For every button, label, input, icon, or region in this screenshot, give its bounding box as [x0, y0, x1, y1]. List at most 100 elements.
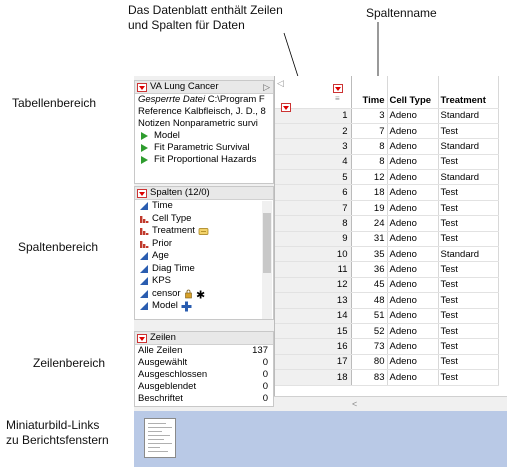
row-number[interactable]: 8: [275, 215, 352, 232]
script-model[interactable]: Model: [135, 130, 273, 142]
row-state-item[interactable]: Ausgewählt 0: [135, 357, 273, 369]
script-fit-proportional-hazards[interactable]: Fit Proportional Hazards: [135, 154, 273, 166]
cell-cell-type[interactable]: Adeno: [387, 108, 439, 124]
run-script-icon[interactable]: [141, 156, 148, 164]
cell-cell-type[interactable]: Adeno: [387, 338, 439, 355]
cell-time[interactable]: 83: [351, 369, 388, 386]
cell-treatment[interactable]: Test: [438, 338, 499, 355]
column-header-cell-type[interactable]: Cell Type: [387, 76, 439, 109]
table-row[interactable]: 5 12 Adeno Standard: [275, 169, 499, 186]
report-thumbnail-link[interactable]: [144, 418, 176, 458]
column-item[interactable]: Diag Time: [135, 263, 273, 276]
cell-treatment[interactable]: Test: [438, 369, 499, 386]
table-row[interactable]: 18 83 Adeno Test: [275, 369, 499, 386]
cell-time[interactable]: 35: [351, 246, 388, 263]
row-number[interactable]: 18: [275, 369, 352, 386]
row-number[interactable]: 6: [275, 184, 352, 201]
nav-left-arrow-icon[interactable]: ◁: [277, 78, 284, 89]
table-row[interactable]: 15 52 Adeno Test: [275, 323, 499, 340]
script-fit-parametric-survival[interactable]: Fit Parametric Survival: [135, 142, 273, 154]
notes-row[interactable]: Notizen Nonparametric survi: [135, 118, 273, 130]
cell-cell-type[interactable]: Adeno: [387, 231, 439, 248]
cell-time[interactable]: 3: [351, 108, 388, 124]
reference-row[interactable]: Reference Kalbfleisch, J. D., 8: [135, 106, 273, 118]
table-row[interactable]: 11 36 Adeno Test: [275, 261, 499, 278]
row-number[interactable]: 3: [275, 138, 352, 155]
table-row[interactable]: 7 19 Adeno Test: [275, 200, 499, 217]
cell-treatment[interactable]: Test: [438, 277, 499, 294]
row-number[interactable]: 7: [275, 200, 352, 217]
row-state-item[interactable]: Ausgeblendet 0: [135, 381, 273, 393]
cell-time[interactable]: 8: [351, 138, 388, 155]
cell-cell-type[interactable]: Adeno: [387, 308, 439, 324]
table-row[interactable]: 1 3 Adeno Standard: [275, 108, 499, 124]
row-number[interactable]: 2: [275, 123, 352, 140]
column-item[interactable]: censor ✱: [135, 288, 273, 301]
row-number[interactable]: 5: [275, 169, 352, 186]
row-number[interactable]: 9: [275, 231, 352, 248]
table-row[interactable]: 13 48 Adeno Test: [275, 292, 499, 309]
red-triangle-menu-icon[interactable]: [281, 103, 291, 112]
cell-treatment[interactable]: Standard: [438, 169, 499, 186]
cell-treatment[interactable]: Test: [438, 184, 499, 201]
run-script-icon[interactable]: [141, 132, 148, 140]
table-row[interactable]: 12 45 Adeno Test: [275, 277, 499, 294]
cell-time[interactable]: 36: [351, 261, 388, 278]
cell-time[interactable]: 12: [351, 169, 388, 186]
row-number[interactable]: 15: [275, 323, 352, 340]
cell-time[interactable]: 31: [351, 231, 388, 248]
cell-treatment[interactable]: Test: [438, 231, 499, 248]
cell-time[interactable]: 19: [351, 200, 388, 217]
cell-time[interactable]: 8: [351, 154, 388, 171]
cell-treatment[interactable]: Standard: [438, 246, 499, 263]
cell-treatment[interactable]: Standard: [438, 108, 499, 124]
table-row[interactable]: 16 73 Adeno Test: [275, 338, 499, 355]
row-number[interactable]: 17: [275, 354, 352, 371]
cell-treatment[interactable]: Test: [438, 323, 499, 340]
table-row[interactable]: 10 35 Adeno Standard: [275, 246, 499, 263]
row-state-item[interactable]: Ausgeschlossen 0: [135, 369, 273, 381]
cell-time[interactable]: 18: [351, 184, 388, 201]
cell-treatment[interactable]: Test: [438, 200, 499, 217]
cell-cell-type[interactable]: Adeno: [387, 169, 439, 186]
table-row[interactable]: 2 7 Adeno Test: [275, 123, 499, 140]
row-state-item[interactable]: Alle Zeilen 137: [135, 345, 273, 357]
cell-treatment[interactable]: Test: [438, 154, 499, 171]
row-number[interactable]: 13: [275, 292, 352, 309]
cell-time[interactable]: 48: [351, 292, 388, 309]
row-number[interactable]: 10: [275, 246, 352, 263]
cell-treatment[interactable]: Test: [438, 354, 499, 371]
column-item[interactable]: Age: [135, 250, 273, 263]
cell-cell-type[interactable]: Adeno: [387, 246, 439, 263]
cell-time[interactable]: 52: [351, 323, 388, 340]
cell-cell-type[interactable]: Adeno: [387, 323, 439, 340]
cell-treatment[interactable]: Test: [438, 123, 499, 140]
cell-treatment[interactable]: Test: [438, 215, 499, 232]
cell-cell-type[interactable]: Adeno: [387, 369, 439, 386]
row-number[interactable]: 16: [275, 338, 352, 355]
column-header-time[interactable]: Time: [351, 76, 388, 109]
cell-treatment[interactable]: Test: [438, 308, 499, 324]
column-header-treatment[interactable]: Treatment: [438, 76, 499, 109]
cell-cell-type[interactable]: Adeno: [387, 123, 439, 140]
row-number[interactable]: 4: [275, 154, 352, 171]
column-item[interactable]: Cell Type: [135, 213, 273, 226]
cell-time[interactable]: 73: [351, 338, 388, 355]
run-script-icon[interactable]: [141, 144, 148, 152]
table-row[interactable]: 9 31 Adeno Test: [275, 231, 499, 248]
row-number[interactable]: 11: [275, 261, 352, 278]
cell-cell-type[interactable]: Adeno: [387, 354, 439, 371]
collapse-arrow-icon[interactable]: ▷: [263, 81, 270, 93]
table-row[interactable]: 17 80 Adeno Test: [275, 354, 499, 371]
cell-treatment[interactable]: Test: [438, 261, 499, 278]
cell-cell-type[interactable]: Adeno: [387, 277, 439, 294]
cell-cell-type[interactable]: Adeno: [387, 215, 439, 232]
cell-cell-type[interactable]: Adeno: [387, 154, 439, 171]
scroll-left-icon[interactable]: <: [352, 399, 357, 409]
red-triangle-menu-icon[interactable]: [137, 188, 147, 198]
cell-time[interactable]: 24: [351, 215, 388, 232]
cell-time[interactable]: 80: [351, 354, 388, 371]
cell-cell-type[interactable]: Adeno: [387, 200, 439, 217]
column-item[interactable]: Time: [135, 200, 273, 213]
column-item[interactable]: Prior: [135, 238, 273, 251]
